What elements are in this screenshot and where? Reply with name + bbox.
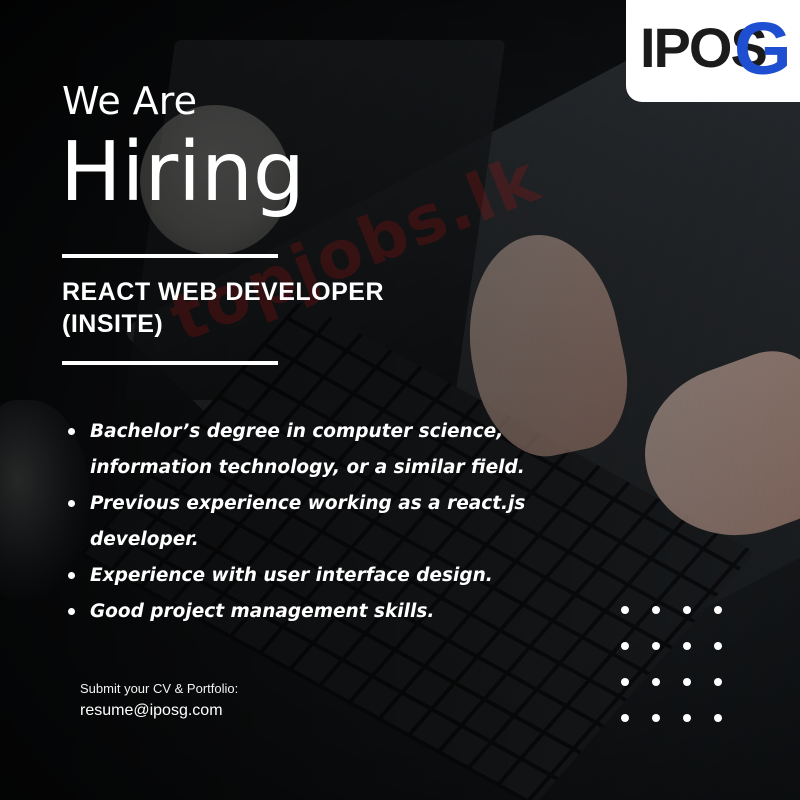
dot-icon	[683, 678, 691, 686]
logo-accent-letter: G	[734, 7, 792, 90]
divider-bottom	[62, 361, 278, 365]
requirement-text: information technology, or a similar fie…	[90, 457, 525, 478]
divider-top	[62, 254, 278, 258]
requirement-text: Good project management skills.	[90, 601, 435, 622]
dot-icon	[621, 714, 629, 722]
bullet-icon	[68, 572, 75, 579]
dot-icon	[714, 714, 722, 722]
dot-icon	[683, 714, 691, 722]
dot-icon	[652, 714, 660, 722]
requirement-item: Experience with user interface design.	[66, 558, 546, 594]
bullet-icon	[68, 428, 75, 435]
job-title: REACT WEB DEVELOPER (INSITE)	[62, 276, 442, 340]
decorative-dot-grid	[621, 606, 731, 726]
dot-icon	[683, 642, 691, 650]
requirement-item: Bachelor’s degree in computer science, i…	[66, 414, 546, 486]
submit-label: Submit your CV & Portfolio:	[80, 681, 239, 696]
dot-icon	[683, 606, 691, 614]
dot-icon	[714, 606, 722, 614]
requirement-item: Previous experience working as a react.j…	[66, 486, 546, 558]
dot-icon	[714, 678, 722, 686]
requirement-item: Good project management skills.	[66, 594, 546, 630]
requirements-list: Bachelor’s degree in computer science, i…	[66, 414, 546, 630]
requirement-text: developer.	[90, 529, 199, 550]
dot-icon	[652, 678, 660, 686]
dot-icon	[621, 642, 629, 650]
hiring-poster: topjobs.lk IPOS G We Are Hiring REACT WE…	[0, 0, 800, 800]
dot-icon	[652, 606, 660, 614]
dot-icon	[652, 642, 660, 650]
company-logo: IPOS G	[626, 0, 800, 102]
requirement-text: Bachelor’s degree in computer science,	[90, 421, 504, 442]
requirement-text: Experience with user interface design.	[90, 565, 493, 586]
job-title-line-1: REACT WEB DEVELOPER	[62, 278, 385, 306]
heading-hiring: Hiring	[60, 125, 305, 220]
heading-we-are: We Are	[62, 79, 197, 123]
requirement-text: Previous experience working as a react.j…	[90, 493, 526, 514]
dot-icon	[621, 606, 629, 614]
contact-email-link[interactable]: resume@iposg.com	[80, 702, 223, 720]
job-title-line-2: (INSITE)	[62, 310, 164, 338]
bullet-icon	[68, 608, 75, 615]
dot-icon	[714, 642, 722, 650]
dot-icon	[621, 678, 629, 686]
bullet-icon	[68, 500, 75, 507]
